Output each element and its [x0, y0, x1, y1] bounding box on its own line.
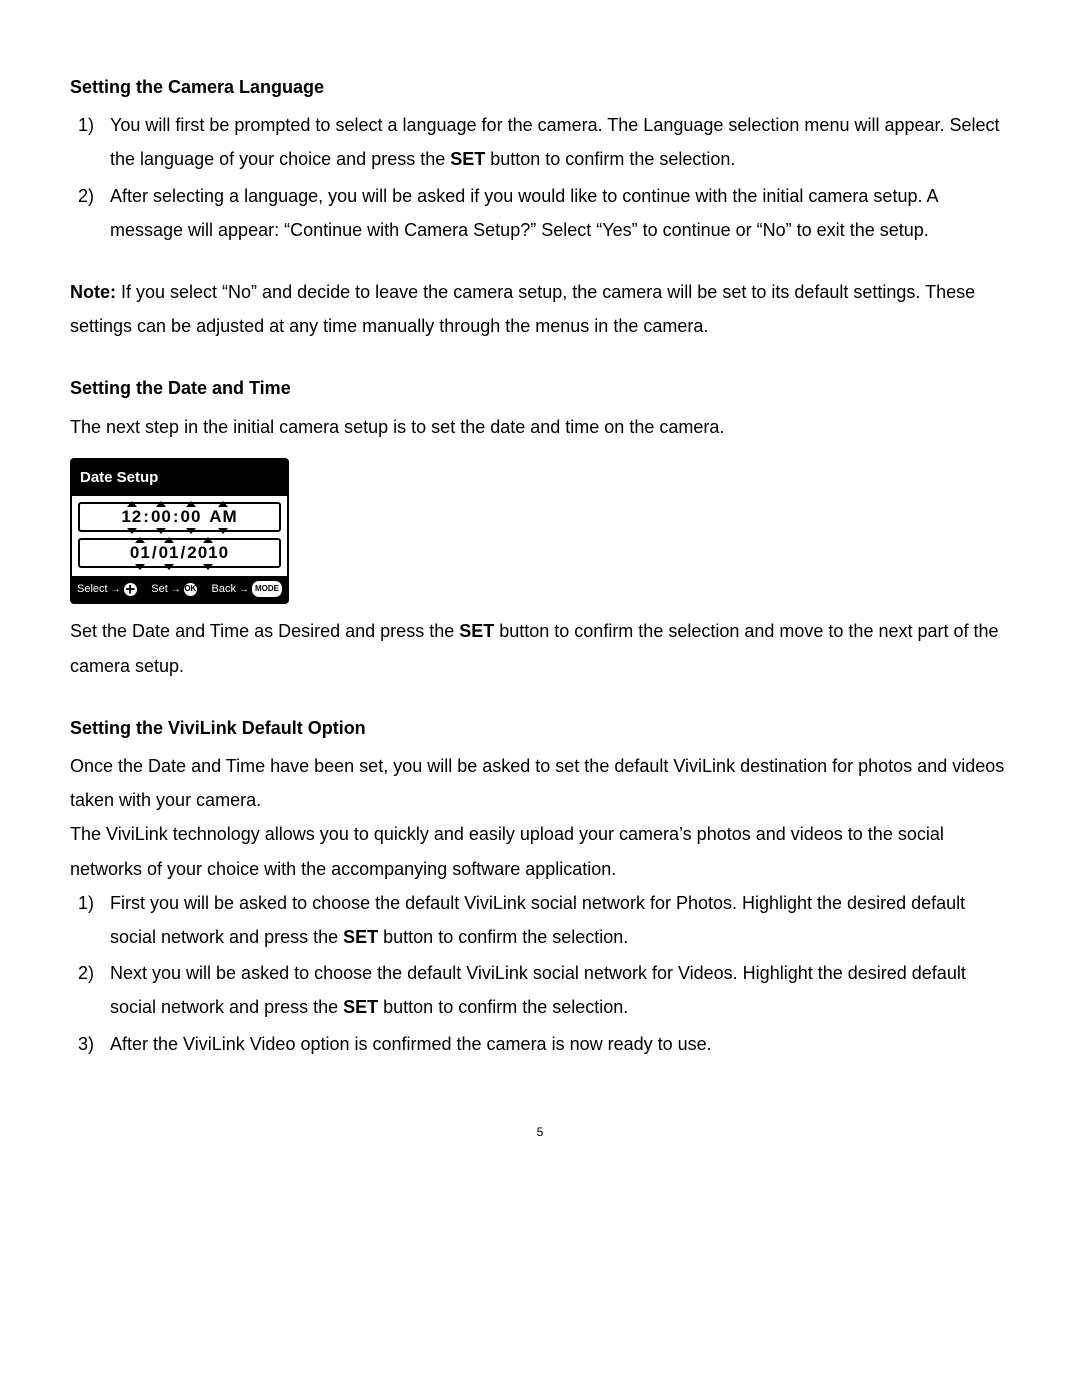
hour-spinner[interactable]: 12: [120, 508, 143, 527]
heading-date-time: Setting the Date and Time: [70, 371, 1010, 405]
section-date-time: Setting the Date and Time The next step …: [70, 371, 1010, 683]
list-item: After the ViviLink Video option is confi…: [104, 1027, 1010, 1061]
time-field[interactable]: 12:00:00 AM: [78, 502, 281, 532]
date-setup-footer: Select→ Set→OK Back→MODE: [72, 576, 287, 603]
language-steps-list: You will first be prompted to select a l…: [70, 108, 1010, 247]
month-spinner[interactable]: 01: [158, 544, 181, 563]
footer-set: Set→OK: [151, 579, 197, 600]
footer-back-label: Back: [212, 579, 236, 600]
list-item: Next you will be asked to choose the def…: [104, 956, 1010, 1024]
set-button-label: SET: [343, 927, 378, 947]
date-setup-title: Date Setup: [72, 460, 287, 497]
after-panel-text: Set the Date and Time as Desired and pre…: [70, 614, 1010, 682]
list-item: First you will be asked to choose the de…: [104, 886, 1010, 954]
footer-select-label: Select: [77, 579, 108, 600]
ampm-spinner[interactable]: AM: [208, 508, 238, 527]
section-camera-language: Setting the Camera Language You will fir…: [70, 70, 1010, 343]
year-spinner[interactable]: 2010: [186, 544, 230, 563]
vivilink-p1: Once the Date and Time have been set, yo…: [70, 749, 1010, 817]
footer-select: Select→: [77, 579, 137, 600]
body-text: Set the Date and Time as Desired and pre…: [70, 621, 459, 641]
body-text: button to confirm the selection.: [485, 149, 735, 169]
note-label: Note:: [70, 282, 116, 302]
date-setup-body: 12:00:00 AM 01/01/2010: [72, 496, 287, 575]
set-button-label: SET: [459, 621, 494, 641]
section-vivilink: Setting the ViviLink Default Option Once…: [70, 711, 1010, 1061]
set-button-label: SET: [343, 997, 378, 1017]
intro-text: The next step in the initial camera setu…: [70, 410, 1010, 444]
body-text: button to confirm the selection.: [378, 997, 628, 1017]
footer-back: Back→MODE: [212, 579, 282, 600]
day-spinner[interactable]: 01: [129, 544, 152, 563]
minute-spinner[interactable]: 00: [150, 508, 173, 527]
arrow-right-icon: →: [239, 580, 249, 599]
page-number: 5: [70, 1121, 1010, 1144]
second-spinner[interactable]: 00: [180, 508, 203, 527]
date-setup-panel: Date Setup 12:00:00 AM 01/01/2010 Select…: [70, 458, 289, 605]
arrow-right-icon: →: [171, 580, 181, 599]
vivilink-steps-list: First you will be asked to choose the de…: [70, 886, 1010, 1061]
date-field[interactable]: 01/01/2010: [78, 538, 281, 568]
mode-icon: MODE: [252, 581, 282, 596]
body-text: button to confirm the selection.: [378, 927, 628, 947]
note-text: If you select “No” and decide to leave t…: [70, 282, 975, 336]
list-item: You will first be prompted to select a l…: [104, 108, 1010, 176]
list-item: After selecting a language, you will be …: [104, 179, 1010, 247]
ok-icon: OK: [184, 583, 197, 596]
set-button-label: SET: [450, 149, 485, 169]
heading-camera-language: Setting the Camera Language: [70, 70, 1010, 104]
dpad-icon: [124, 583, 137, 596]
heading-vivilink: Setting the ViviLink Default Option: [70, 711, 1010, 745]
arrow-right-icon: →: [111, 580, 121, 599]
note-paragraph: Note: If you select “No” and decide to l…: [70, 275, 1010, 343]
footer-set-label: Set: [151, 579, 168, 600]
vivilink-p2: The ViviLink technology allows you to qu…: [70, 817, 1010, 885]
